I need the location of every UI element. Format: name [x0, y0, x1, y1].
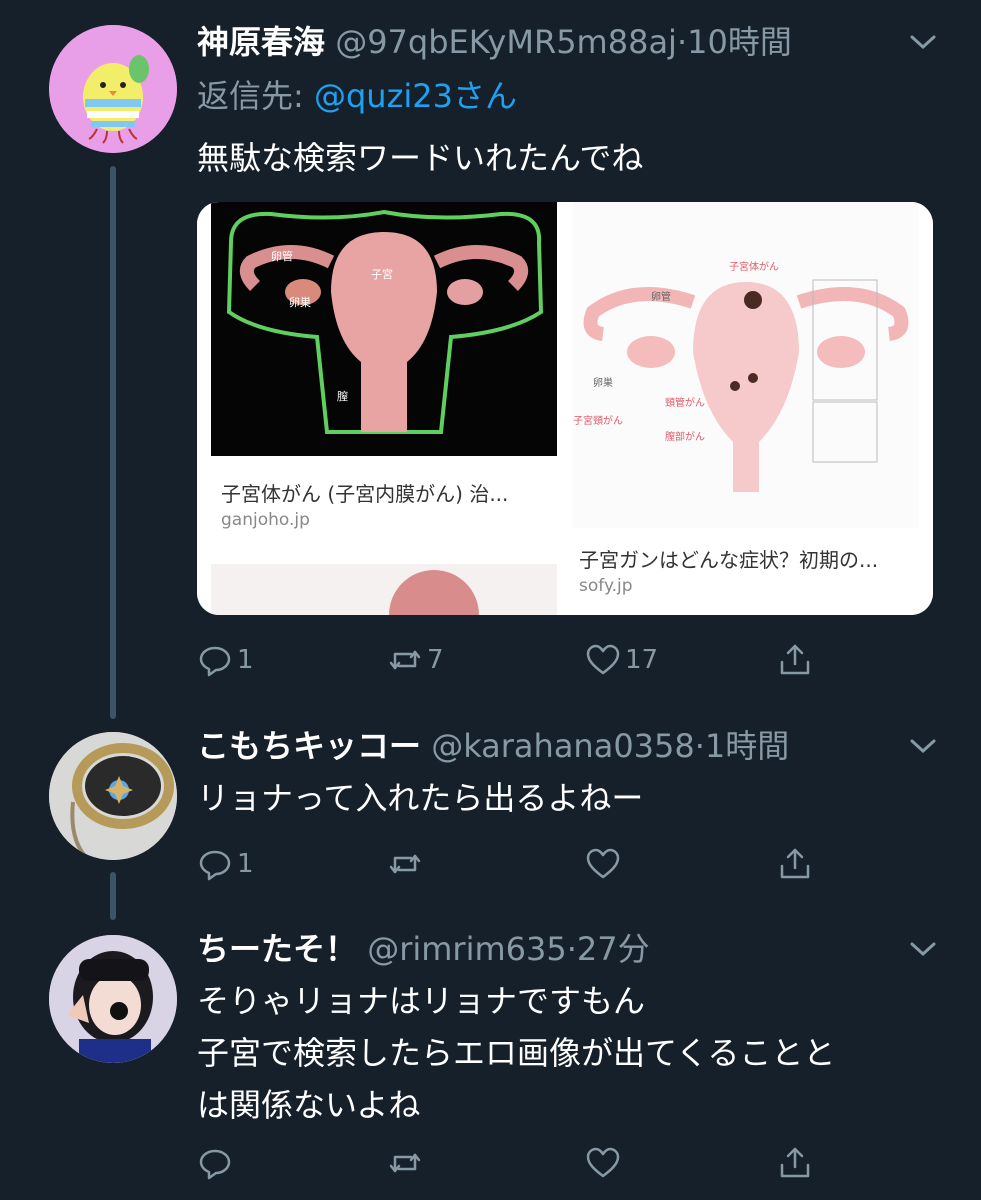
diagram-label: 卵管 — [651, 292, 671, 303]
display-name[interactable]: 神原春海 — [197, 23, 325, 61]
card-1-image: 卵管 子宮 卵巣 膣 — [211, 202, 557, 456]
card-source: ganjoho.jp — [221, 510, 310, 530]
chevron-down-icon[interactable] — [909, 736, 937, 756]
heart-icon — [586, 644, 620, 675]
avatar[interactable] — [49, 732, 177, 860]
person-avatar-icon — [49, 935, 177, 1063]
chevron-down-icon[interactable] — [909, 939, 937, 959]
tweet-header: 神原春海 @97qbEKyMR5m88aj·10時間 — [197, 22, 792, 62]
share-button[interactable] — [777, 638, 813, 682]
reply-icon — [199, 850, 231, 881]
reply-count: 1 — [237, 645, 254, 675]
retweet-button[interactable]: 7 — [387, 638, 444, 682]
diagram-label: 卵巣 — [289, 296, 311, 309]
tweet-actions — [197, 1141, 837, 1185]
card-title[interactable]: 子宮体がん (子宮内膜がん) 治... — [221, 478, 508, 507]
reply-to: 返信先: @quzi23さん — [197, 76, 517, 116]
diagram-label: 子宮頸がん — [573, 416, 623, 427]
retweet-icon — [389, 650, 421, 670]
share-icon — [780, 644, 810, 675]
diagram-label: 頸管がん — [665, 398, 705, 409]
diagram-label: 子宮 — [371, 268, 393, 281]
share-icon — [780, 1147, 810, 1178]
media-card-grid[interactable]: 卵管 子宮 卵巣 膣 子宮体がん (子宮内膜がん) 治... ganjoho.j… — [197, 202, 933, 615]
reply-button[interactable] — [197, 1141, 237, 1185]
media-card-2[interactable]: 子宮体がん 卵管 卵巣 頸管がん 子宮頸がん 膣部がん 子宮ガンはどんな症状？初… — [565, 202, 933, 615]
uterus-diagram-image — [226, 209, 544, 434]
heart-icon — [586, 1147, 620, 1178]
tweet-header: こもちキッコー @karahana0358·1時間 — [197, 726, 789, 766]
tweet-text: 無駄な検索ワードいれたんでね — [197, 139, 644, 177]
chevron-down-icon[interactable] — [909, 32, 937, 52]
reply-prefix: 返信先: — [197, 77, 314, 115]
timestamp[interactable]: 1時間 — [705, 727, 789, 765]
reply-count: 1 — [237, 849, 254, 879]
separator-dot: · — [676, 23, 688, 61]
share-button[interactable] — [777, 1141, 813, 1185]
ring-avatar-icon — [49, 732, 177, 860]
avatar[interactable] — [49, 25, 177, 153]
reply-icon — [199, 1149, 231, 1180]
share-icon — [780, 848, 810, 879]
reply-button[interactable]: 1 — [197, 638, 254, 682]
share-button[interactable] — [777, 842, 813, 886]
handle[interactable]: @97qbEKyMR5m88aj — [335, 23, 677, 61]
diagram-label: 膣部がん — [665, 432, 705, 443]
avatar[interactable] — [49, 935, 177, 1063]
diagram-label: 卵管 — [271, 250, 293, 263]
handle[interactable]: @rimrim635 — [367, 930, 567, 968]
retweet-count: 7 — [427, 645, 444, 675]
card-2-image: 子宮体がん 卵管 卵巣 頸管がん 子宮頸がん 膣部がん — [573, 202, 919, 528]
card-title[interactable]: 子宮ガンはどんな症状？初期の... — [579, 544, 878, 573]
retweet-icon — [389, 1153, 421, 1173]
retweet-button[interactable] — [387, 842, 427, 886]
tweet-actions: 1 — [197, 842, 837, 886]
tweet-actions: 1 7 17 — [197, 638, 837, 682]
diagram-label: 膣 — [337, 390, 348, 403]
separator-dot: · — [694, 727, 705, 765]
display-name[interactable]: ちーたそ！ — [197, 930, 357, 968]
tweet-text: リョナって入れたら出るよねー — [197, 779, 644, 817]
timestamp[interactable]: 27分 — [577, 930, 650, 968]
separator-dot: · — [566, 930, 577, 968]
tweet-header: ちーたそ！ @rimrim635·27分 — [197, 929, 650, 969]
like-button[interactable]: 17 — [585, 638, 658, 682]
reply-icon — [199, 646, 231, 677]
reply-button[interactable]: 1 — [197, 842, 254, 886]
media-card-1[interactable]: 卵管 子宮 卵巣 膣 子宮体がん (子宮内膜がん) 治... ganjoho.j… — [197, 202, 559, 615]
heart-icon — [586, 848, 620, 879]
card-source: sofy.jp — [579, 576, 633, 596]
display-name[interactable]: こもちキッコー — [197, 727, 421, 765]
card-3-thumbnail[interactable] — [211, 564, 557, 615]
handle[interactable]: @karahana0358 — [431, 727, 695, 765]
retweet-icon — [389, 854, 421, 874]
tweet-2[interactable]: こもちキッコー @karahana0358·1時間 リョナって入れたら出るよねー… — [0, 720, 981, 920]
tweet-1[interactable]: 神原春海 @97qbEKyMR5m88aj·10時間 返信先: @quzi23さ… — [0, 0, 981, 700]
retweet-button[interactable] — [387, 1141, 427, 1185]
like-count: 17 — [625, 645, 659, 675]
diagram-label: 子宮体がん — [729, 262, 779, 273]
bird-avatar-icon — [49, 25, 177, 153]
tweet-3[interactable]: ちーたそ！ @rimrim635·27分 そりゃリョナはリョナですもん 子宮で検… — [0, 925, 981, 1200]
like-button[interactable] — [585, 1141, 625, 1185]
reply-to-link[interactable]: @quzi23さん — [314, 77, 517, 115]
timestamp[interactable]: 10時間 — [687, 23, 792, 61]
uterus-diagram-image — [583, 279, 909, 492]
tweet-text: そりゃリョナはリョナですもん 子宮で検索したらエロ画像が出てくることと は関係な… — [197, 982, 836, 1124]
diagram-label: 卵巣 — [593, 378, 613, 389]
like-button[interactable] — [585, 842, 625, 886]
